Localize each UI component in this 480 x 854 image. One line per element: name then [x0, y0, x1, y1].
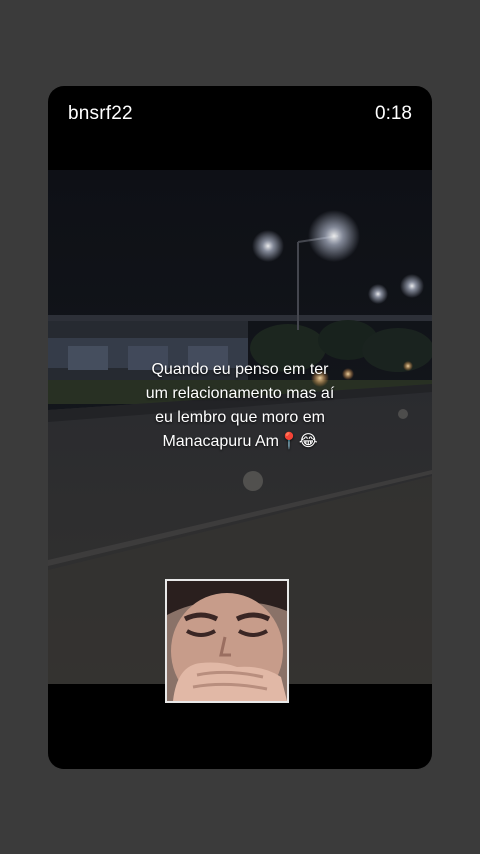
caption-line: um relacionamento mas aí [145, 385, 335, 402]
caption-line: eu lembro que moro em [155, 409, 325, 426]
caption: Quando eu penso em ter um relacionamento… [48, 358, 432, 454]
username[interactable]: bnsrf22 [68, 103, 133, 125]
laughing-face-thumbnail [167, 581, 287, 701]
video-timer: 0:18 [375, 103, 412, 124]
caption-line: Quando eu penso em ter [151, 361, 329, 378]
story-card[interactable]: bnsrf22 0:18 Quando eu penso em ter um r… [48, 86, 432, 769]
reaction-video-pip[interactable] [165, 579, 289, 703]
caption-line: Manacapuru Am📍😂 [162, 433, 318, 450]
story-header: bnsrf22 0:18 [48, 86, 432, 142]
